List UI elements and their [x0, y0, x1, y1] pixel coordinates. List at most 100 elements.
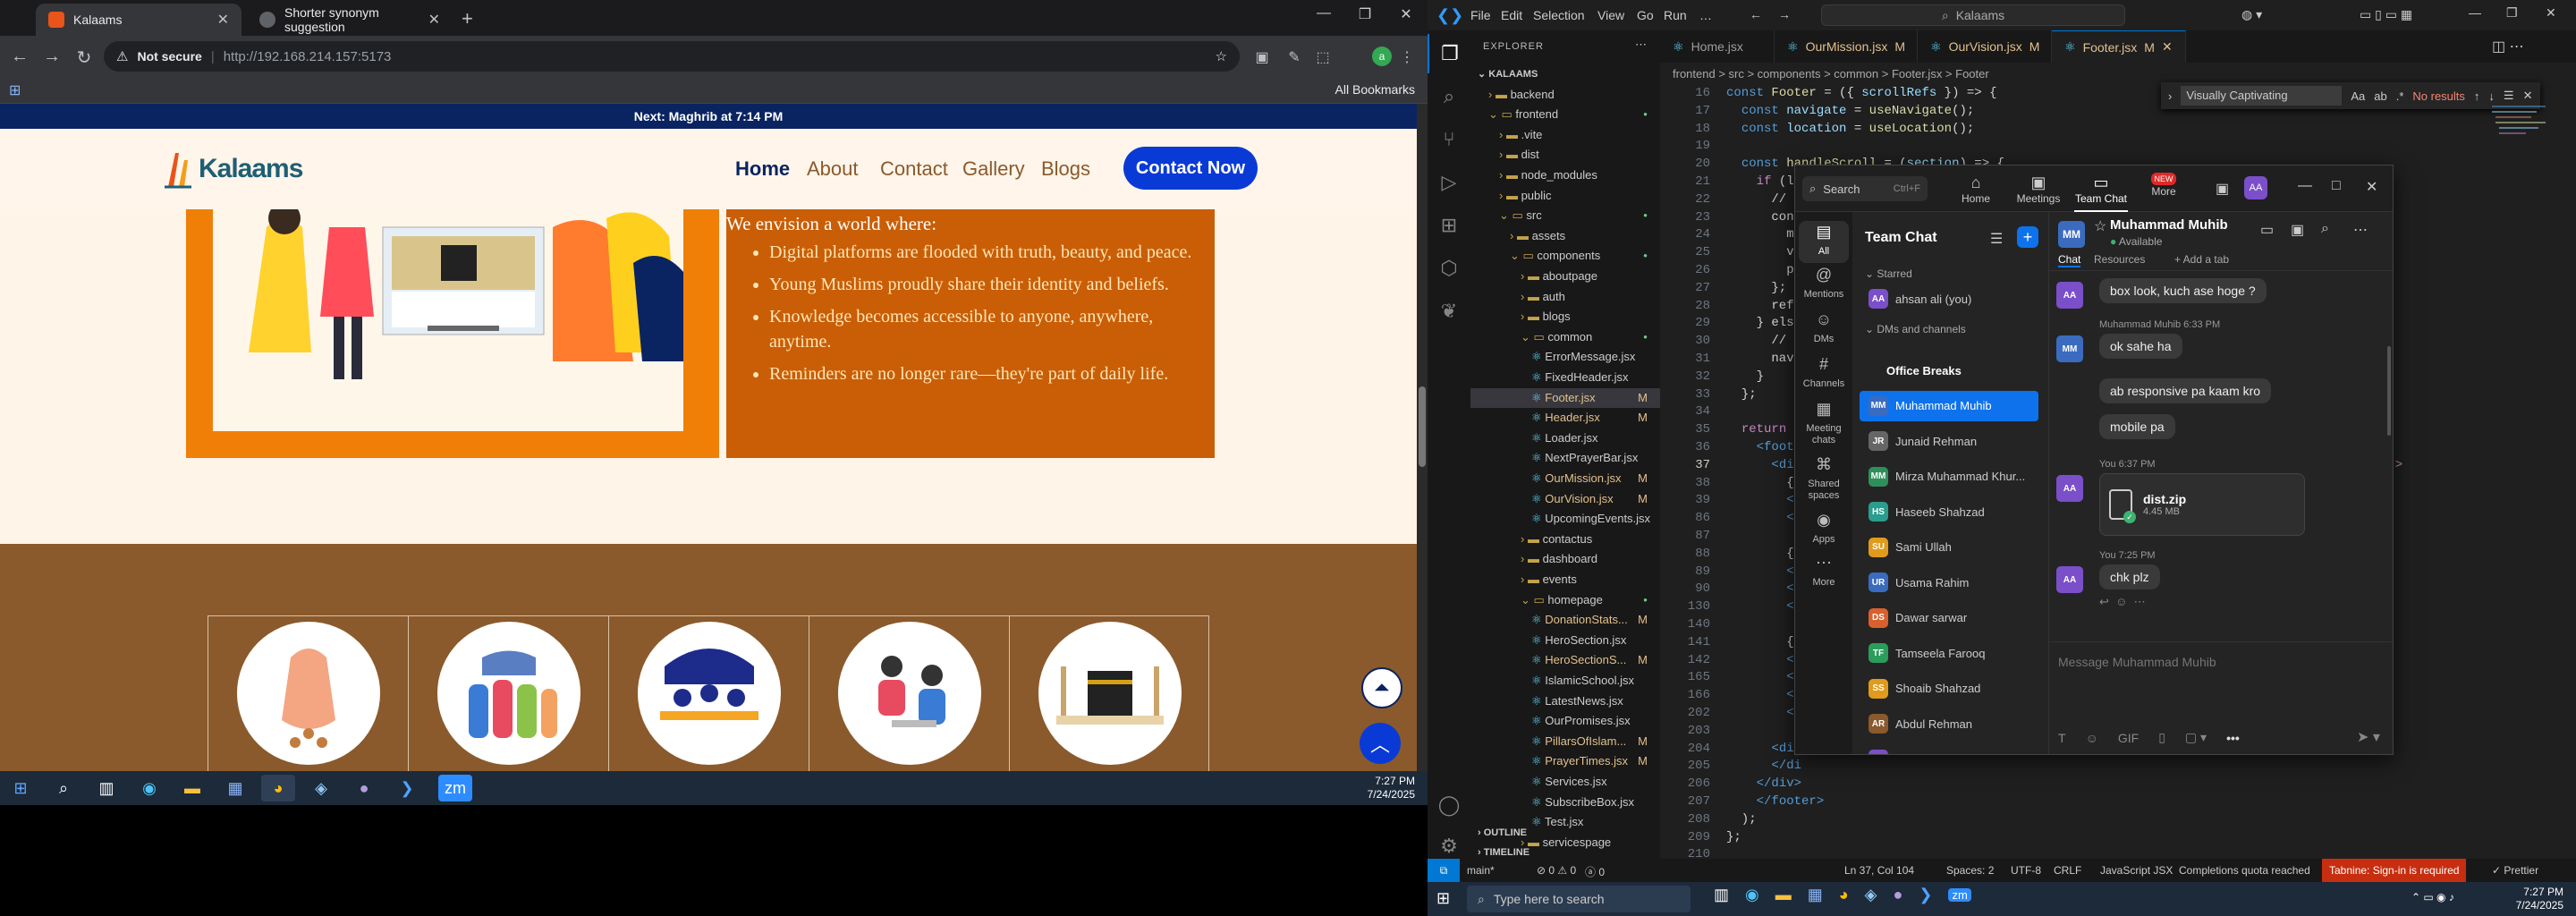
close-tab-icon[interactable]: ✕ [217, 11, 229, 29]
store-icon[interactable]: ▦ [218, 775, 252, 802]
run-debug-icon[interactable]: ▷ [1428, 163, 1470, 202]
code-line[interactable]: ref [1726, 299, 1793, 313]
new-tab-plus-icon[interactable]: + [462, 7, 473, 30]
tree-folder[interactable]: › ▬ events [1470, 570, 1660, 589]
contact-avatar[interactable]: MM [2058, 221, 2085, 248]
tree-file[interactable]: ⚛ HeroSectionS... M [1470, 650, 1660, 670]
code-line[interactable]: }; [1726, 281, 1786, 295]
code-line[interactable]: v [1726, 245, 1793, 259]
file-attachment-card[interactable]: ✓ dist.zip 4.45 MB [2099, 473, 2305, 536]
close-window-icon[interactable]: ✕ [2546, 5, 2556, 21]
extensions-icon[interactable]: ⊞ [1428, 206, 1470, 245]
code-line[interactable]: < [1726, 581, 1793, 596]
tab-ourmission-jsx[interactable]: ⚛ OurMission.jsx M [1775, 30, 1918, 63]
edge-icon[interactable]: ◉ [132, 775, 166, 802]
url-text[interactable]: http://192.168.214.157:5173 [224, 49, 392, 64]
nav-about-link[interactable]: About [807, 157, 859, 181]
tree-folder[interactable]: › ▬ contactus [1470, 530, 1660, 549]
minimize-icon[interactable]: — [2298, 178, 2312, 194]
code-line[interactable]: return ( [1726, 422, 1801, 437]
match-case-icon[interactable]: Aa [2351, 89, 2365, 103]
menu-go[interactable]: Go [1637, 8, 1654, 22]
service-card[interactable] [1010, 616, 1210, 771]
tab-home-jsx[interactable]: ⚛ Home.jsx [1660, 30, 1775, 63]
apps-grid-icon[interactable]: ⊞ [9, 81, 21, 99]
account-icon[interactable]: ◯ [1428, 785, 1470, 825]
nav-back-icon[interactable]: ← [1750, 7, 1762, 21]
edge-icon[interactable]: ◉ [1745, 886, 1759, 904]
code-line[interactable]: {/ [1726, 635, 1801, 649]
more-tools-icon[interactable]: ••• [2226, 731, 2240, 745]
emoji-reaction-icon[interactable]: ☺ [2115, 595, 2127, 608]
code-line[interactable]: } els [1726, 316, 1794, 330]
chat-contact-item[interactable]: AR Abdul Rehman [1860, 708, 2038, 739]
file-icon[interactable]: ▯ [2158, 730, 2165, 745]
nav-forward-icon[interactable]: → [1778, 7, 1791, 21]
tree-folder[interactable]: › ▬ aboutpage [1470, 267, 1660, 286]
kalaams-logo[interactable]: Kalaams [163, 147, 303, 191]
close-window-icon[interactable]: ✕ [2366, 178, 2377, 196]
code-line[interactable]: </ [1726, 706, 1801, 720]
scrollbar-thumb[interactable] [1419, 386, 1426, 467]
next-match-icon[interactable]: ↓ [2488, 89, 2495, 103]
page-scrollbar[interactable] [1417, 104, 1428, 771]
system-tray-icons[interactable]: ⌃ ▭ ◉ ♪ [2411, 891, 2454, 903]
zoom-taskbar-icon[interactable]: zm [1948, 888, 1971, 902]
tree-file[interactable]: ⚛ OurMission.jsx M [1470, 469, 1660, 488]
code-line[interactable]: ); [1726, 812, 1757, 827]
code-line[interactable]: <div [1726, 742, 1801, 756]
tree-folder[interactable]: ⌄ ▭ common ● [1470, 327, 1660, 347]
chat-contact-item[interactable]: Office Breaks [1860, 355, 2038, 386]
browser-tab-kalaams[interactable]: Kalaams ✕ [36, 4, 242, 36]
all-bookmarks-link[interactable]: All Bookmarks [1335, 82, 1415, 97]
menu-selection[interactable]: Selection [1533, 8, 1585, 22]
tree-folder[interactable]: › ▬ assets [1470, 226, 1660, 246]
whole-word-icon[interactable]: ab [2374, 89, 2386, 103]
code-line[interactable]: </div> [1726, 776, 1801, 791]
previous-match-icon[interactable]: ↑ [2474, 89, 2480, 103]
github-icon[interactable]: ● [1893, 886, 1902, 904]
service-card[interactable] [208, 616, 409, 771]
problems-count[interactable]: ⊘ 0 ⚠ 0 [1537, 864, 1576, 877]
code-line[interactable]: p [1726, 263, 1793, 277]
tree-file[interactable]: ⚛ OurVision.jsx M [1470, 489, 1660, 509]
chat-contact-item[interactable]: A Amina [1860, 744, 2038, 754]
filter-icon[interactable]: ☰ [1990, 230, 2003, 248]
nav-contact-link[interactable]: Contact [880, 157, 948, 181]
chat-contact-item[interactable]: UR Usama Rahim [1860, 567, 2038, 598]
tree-file[interactable]: ⚛ Footer.jsx M [1470, 387, 1660, 408]
code-line[interactable]: } [1726, 369, 1764, 384]
tree-folder[interactable]: › ▬ public [1470, 186, 1660, 206]
layout-toggle-icon[interactable]: ▭ ▯ ▭ ▦ [2360, 7, 2412, 22]
chat-contact-item[interactable]: MM Mirza Muhammad Khur... [1860, 462, 2038, 492]
search-icon[interactable]: ⌕ [2321, 221, 2329, 237]
close-window-icon[interactable]: ✕ [1388, 5, 1424, 23]
bookmark-star-icon[interactable]: ☆ [1216, 48, 1227, 64]
leaf-icon[interactable]: ❦ [1428, 292, 1470, 331]
close-tab-icon[interactable]: ✕ [428, 11, 440, 29]
source-control-icon[interactable]: ⑂ [1428, 120, 1470, 159]
whiteboard-icon[interactable]: ▣ [2216, 180, 2229, 198]
zoom-tab-home[interactable]: ⌂ Home [1949, 173, 2003, 205]
tree-folder[interactable]: ⌄ KALAAMS [1470, 64, 1660, 84]
store-icon[interactable]: ▦ [1808, 886, 1823, 904]
nav-meeting-chats[interactable]: ▦ Meeting chats [1799, 401, 1849, 446]
new-chat-plus-icon[interactable]: + [2017, 226, 2038, 248]
windows-start-icon[interactable]: ⊞ [4, 775, 38, 802]
code-line[interactable]: }; [1726, 387, 1757, 402]
tree-file[interactable]: ⚛ PrayerTimes.jsx M [1470, 751, 1660, 771]
regex-icon[interactable]: .* [2396, 89, 2404, 103]
tree-file[interactable]: ⚛ Services.jsx [1470, 772, 1660, 792]
zoom-tab-more[interactable]: NEW More [2137, 173, 2190, 198]
code-line[interactable]: < [1726, 653, 1793, 667]
encoding[interactable]: UTF-8 [2011, 864, 2041, 877]
code-line[interactable]: if (lo [1726, 174, 1801, 189]
vscode-taskbar-icon[interactable]: ❯ [390, 775, 424, 802]
windows-start-icon[interactable]: ⊞ [1436, 889, 1450, 908]
nav-channels[interactable]: # Channels [1799, 356, 1849, 390]
github-icon[interactable]: ● [347, 775, 381, 802]
video-call-icon[interactable]: ▭ [2260, 221, 2274, 239]
tree-folder[interactable]: › ▬ auth [1470, 287, 1660, 307]
chat-contact-item[interactable]: JR Junaid Rehman [1860, 426, 2038, 456]
service-card[interactable] [409, 616, 609, 771]
